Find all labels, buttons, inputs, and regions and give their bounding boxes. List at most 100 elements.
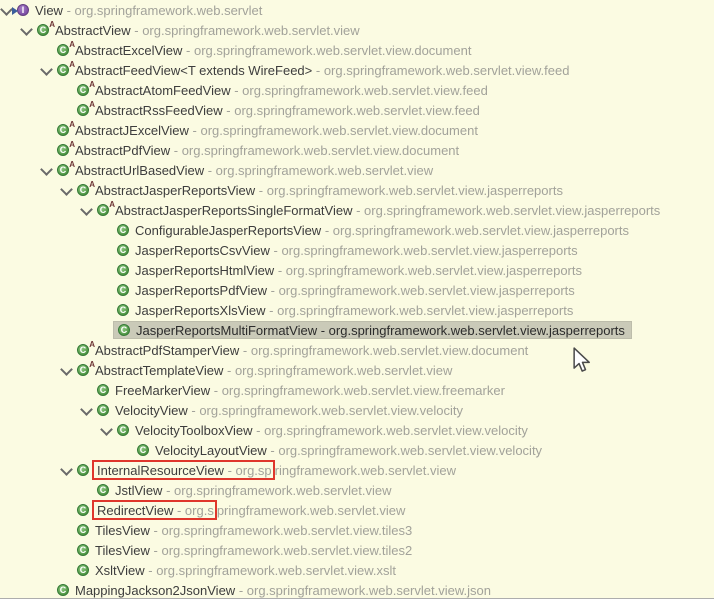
tree-row-velocitytoolboxview[interactable]: CVelocityToolboxView - org.springframewo… xyxy=(0,420,714,440)
tree-row-mappingjackson2jsonview[interactable]: CMappingJackson2JsonView - org.springfra… xyxy=(0,580,714,600)
name-package-separator: - xyxy=(267,443,279,458)
tree-row-velocitylayoutview[interactable]: CVelocityLayoutView - org.springframewor… xyxy=(0,440,714,460)
icon-letter: C xyxy=(100,206,107,215)
abstract-marker: A xyxy=(69,60,75,69)
icon-letter: C xyxy=(120,306,127,315)
row-content: CInternalResourceView - org.springframew… xyxy=(73,461,462,479)
tree-row-configurablejasperreportsview[interactable]: CConfigurableJasperReportsView - org.spr… xyxy=(0,220,714,240)
name-package-separator: - xyxy=(170,143,182,158)
package-name-rest: pringframework.web.servlet.view xyxy=(217,503,406,518)
class-name: RedirectView xyxy=(97,503,173,518)
icon-letter: C xyxy=(60,46,67,55)
row-content: CAAbstractPdfStamperView - org.springfra… xyxy=(73,341,534,359)
interface-icon: I xyxy=(17,4,29,16)
tree-row-freemarkerview[interactable]: CFreeMarkerView - org.springframework.we… xyxy=(0,380,714,400)
package-name: org.springframework.web.servlet.view.jas… xyxy=(364,203,660,218)
icon-letter: C xyxy=(140,446,147,455)
chevron-down-icon[interactable] xyxy=(60,363,73,376)
tree-row-abstractrssfeedview[interactable]: CAAbstractRssFeedView - org.springframew… xyxy=(0,100,714,120)
class-icon: C xyxy=(117,304,129,316)
tree-row-abstractjasperreportssingleformatview[interactable]: CAAbstractJasperReportsSingleFormatView … xyxy=(0,200,714,220)
row-content: CAAbstractFeedView<T extends WireFeed> -… xyxy=(53,61,575,79)
package-name: org.springframework.web.servlet.view.doc… xyxy=(182,143,459,158)
tree-row-abstracttemplateview[interactable]: CAAbstractTemplateView - org.springframe… xyxy=(0,360,714,380)
class-abstract-icon: CA xyxy=(97,204,109,216)
package-name: org.springframework.web.servlet.view xyxy=(174,483,391,498)
tree-row-redirectview[interactable]: CRedirectView - org.springframework.web.… xyxy=(0,500,714,520)
class-icon: C xyxy=(117,224,129,236)
chevron-down-icon[interactable] xyxy=(80,203,93,216)
abstract-marker: A xyxy=(89,80,95,89)
selected-row-highlight: CJasperReportsMultiFormatView - org.spri… xyxy=(113,321,632,339)
class-icon: C xyxy=(117,264,129,276)
row-content: CAAbstractRssFeedView - org.springframew… xyxy=(73,101,486,119)
tree-row-abstractjasperreportsview[interactable]: CAAbstractJasperReportsView - org.spring… xyxy=(0,180,714,200)
chevron-down-icon[interactable] xyxy=(60,183,73,196)
mouse-cursor xyxy=(572,347,592,373)
tree-row-abstractexcelview[interactable]: CAAbstractExcelView - org.springframewor… xyxy=(0,40,714,60)
tree-row-tilesview[interactable]: CTilesView - org.springframework.web.ser… xyxy=(0,540,714,560)
tree-row-jstlview[interactable]: CJstlView - org.springframework.web.serv… xyxy=(0,480,714,500)
annotation-red-box: RedirectView - org.s xyxy=(92,500,217,520)
chevron-down-icon[interactable] xyxy=(100,423,113,436)
class-abstract-icon: CA xyxy=(37,24,49,36)
package-name: org.springframework.web.servlet.view xyxy=(142,23,359,38)
chevron-down-icon[interactable] xyxy=(40,163,53,176)
name-package-separator: - xyxy=(224,463,236,478)
tree-row-abstractview[interactable]: CAAbstractView - org.springframework.web… xyxy=(0,20,714,40)
chevron-down-icon[interactable] xyxy=(20,23,33,36)
icon-letter: C xyxy=(80,86,87,95)
class-name: JasperReportsMultiFormatView xyxy=(136,323,317,338)
package-name: org.springframework.web.servlet.view.vel… xyxy=(199,403,463,418)
name-package-separator: - xyxy=(210,383,222,398)
tree-row-jasperreportshtmlview[interactable]: C JasperReportsHtmlView - org.springframe… xyxy=(0,260,714,280)
tree-row-internalresourceview[interactable]: CInternalResourceView - org.springframew… xyxy=(0,460,714,480)
package-name: org.springframework.web.servlet.view.vel… xyxy=(278,443,542,458)
tree-row-abstracturlbasedview[interactable]: CAAbstractUrlBasedView - org.springframe… xyxy=(0,160,714,180)
tree-row-abstractfeedview-t-extends-wirefeed-[interactable]: CAAbstractFeedView<T extends WireFeed> -… xyxy=(0,60,714,80)
icon-letter: C xyxy=(100,406,107,415)
icon-letter: C xyxy=(120,426,127,435)
name-package-separator: - xyxy=(223,103,235,118)
chevron-down-icon[interactable] xyxy=(0,3,13,16)
annotation-red-box: InternalResourceView - org.sp xyxy=(92,460,275,480)
name-package-separator: - xyxy=(223,363,235,378)
class-abstract-icon: CA xyxy=(77,84,89,96)
tree-row-jasperreportspdfview[interactable]: CJasperReportsPdfView - org.springframew… xyxy=(0,280,714,300)
icon-letter: C xyxy=(60,586,67,595)
tree-row-jasperreportsmultiformatview[interactable]: CJasperReportsMultiFormatView - org.spri… xyxy=(0,320,714,340)
package-name: org.springframework.web.servlet.view.jas… xyxy=(286,263,582,278)
row-content: CTilesView - org.springframework.web.ser… xyxy=(73,521,418,539)
package-name: org.springframework.web.servlet.view.fre… xyxy=(222,383,505,398)
chevron-down-icon[interactable] xyxy=(40,63,53,76)
icon-letter: C xyxy=(80,526,87,535)
tree-row-jasperreportscsvview[interactable]: CJasperReportsCsvView - org.springframew… xyxy=(0,240,714,260)
tree-row-view[interactable]: IView - org.springframework.web.servlet xyxy=(0,0,714,20)
tree-row-tilesview[interactable]: CTilesView - org.springframework.web.ser… xyxy=(0,520,714,540)
class-name: View xyxy=(35,3,63,18)
type-hierarchy-panel: IView - org.springframework.web.servletC… xyxy=(0,0,714,607)
icon-letter: I xyxy=(22,6,25,15)
tree-row-jasperreportsxlsview[interactable]: CJasperReportsXlsView - org.springframew… xyxy=(0,300,714,320)
tree-row-abstractatomfeedview[interactable]: CAAbstractAtomFeedView - org.springframe… xyxy=(0,80,714,100)
class-name: AbstractRssFeedView xyxy=(95,103,223,118)
tree-row-xsltview[interactable]: CXsltView - org.springframework.web.serv… xyxy=(0,560,714,580)
class-name: JasperReportsXlsView xyxy=(135,303,266,318)
chevron-down-icon[interactable] xyxy=(60,463,73,476)
class-abstract-icon: CA xyxy=(57,64,69,76)
package-name: org.springframework.web.servlet.view xyxy=(216,163,433,178)
package-name: org.springframework.web.servlet.view.jso… xyxy=(247,583,491,598)
row-content: CFreeMarkerView - org.springframework.we… xyxy=(93,381,511,399)
row-content: CAAbstractJasperReportsSingleFormatView … xyxy=(93,201,666,219)
name-package-separator: - xyxy=(231,83,243,98)
row-content: CAAbstractJasperReportsView - org.spring… xyxy=(73,181,569,199)
tree-row-velocityview[interactable]: CVelocityView - org.springframework.web.… xyxy=(0,400,714,420)
icon-letter: C xyxy=(121,326,128,335)
tree-row-abstractpdfview[interactable]: CAAbstractPdfView - org.springframework.… xyxy=(0,140,714,160)
tree-row-abstractjexcelview[interactable]: CAAbstractJExcelView - org.springframewo… xyxy=(0,120,714,140)
chevron-down-icon[interactable] xyxy=(80,403,93,416)
package-name: org.springframework.web.servlet.view.til… xyxy=(161,523,412,538)
class-name: JasperReportsHtmlView xyxy=(135,263,274,278)
name-package-separator: - xyxy=(274,263,286,278)
tree-row-abstractpdfstamperview[interactable]: CAAbstractPdfStamperView - org.springfra… xyxy=(0,340,714,360)
